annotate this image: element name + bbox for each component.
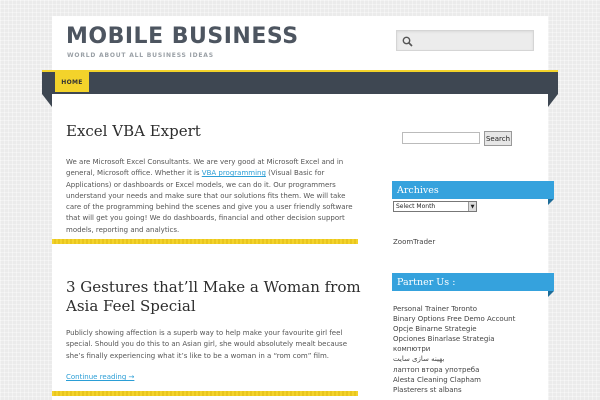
post-excerpt: We are Microsoft Excel Consultants. We a… (66, 157, 358, 236)
widget-ribbon-fold (548, 291, 554, 297)
magnifier-icon (402, 36, 413, 47)
partner-link[interactable]: Plasterers st albans (393, 385, 515, 395)
partner-link[interactable]: Opciones Binarlase Strategia (393, 334, 515, 344)
widget-ribbon-fold (548, 199, 554, 205)
site-description: WORLD ABOUT ALL BUSINESS IDEAS (67, 52, 214, 59)
partner-link[interactable]: Alesta Cleaning Clapham (393, 375, 515, 385)
continue-reading-link[interactable]: Continue reading → (66, 373, 134, 381)
partner-link[interactable]: Personal Trainer Toronto (393, 304, 515, 314)
archives-dropdown[interactable]: Select Month ▼ (393, 201, 477, 212)
post-separator (52, 239, 358, 244)
vba-programming-link[interactable]: VBA programming (202, 169, 266, 177)
post-title[interactable]: Excel VBA Expert (66, 122, 201, 141)
sidebar-search-button[interactable]: Search (484, 131, 512, 146)
chevron-down-icon[interactable]: ▼ (468, 202, 476, 211)
nav-ribbon-fold-left (42, 94, 52, 107)
partner-link[interactable]: компютри (393, 344, 515, 354)
partner-link[interactable]: Opcje Binarne Strategie (393, 324, 515, 334)
partner-list: Personal Trainer Toronto Binary Options … (393, 304, 515, 395)
main-navigation (42, 70, 558, 94)
nav-item-home[interactable]: HOME (55, 72, 89, 92)
sidebar-search-input[interactable] (402, 132, 480, 144)
post-excerpt: Publicly showing affection is a superb w… (66, 329, 348, 360)
partner-link[interactable]: лаптоп втора употреба (393, 365, 515, 375)
archives-dropdown-value: Select Month (396, 203, 436, 210)
nav-ribbon-fold-right (548, 94, 558, 107)
post-separator (52, 391, 358, 396)
partners-widget-title: Partner Us : (392, 273, 554, 291)
post-title[interactable]: 3 Gestures that’ll Make a Woman from Asi… (66, 278, 366, 316)
partner-link[interactable]: بهینه سازی سایت (393, 354, 515, 364)
site-title[interactable]: MOBILE BUSINESS (66, 24, 299, 49)
post-text: (Visual Basic for Applications) or dashb… (66, 169, 353, 234)
header-search-box[interactable] (396, 30, 534, 51)
header-search-input[interactable] (417, 34, 529, 47)
zoomtrader-link[interactable]: ZoomTrader (393, 238, 435, 246)
archives-widget-title: Archives (392, 181, 554, 199)
partner-link[interactable]: Binary Options Free Demo Account (393, 314, 515, 324)
